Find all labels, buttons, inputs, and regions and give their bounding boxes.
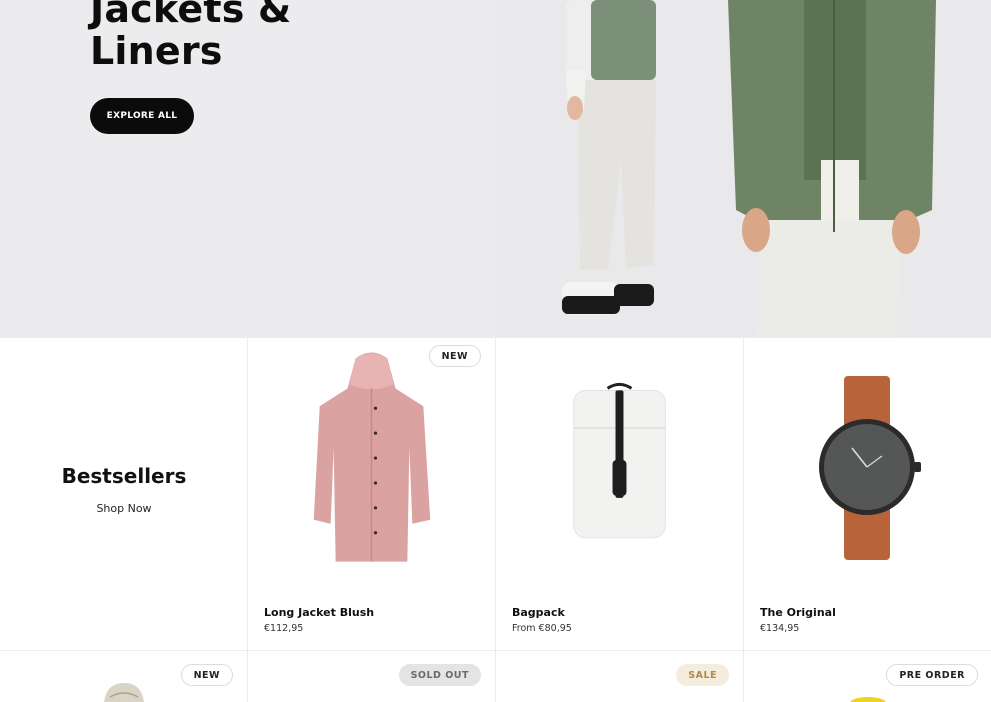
product-card[interactable]: SOLD OUT: [248, 651, 496, 702]
bestsellers-title: Bestsellers: [61, 464, 187, 488]
leather-strap-watch-icon: [819, 376, 921, 560]
product-price: From €80,95: [512, 623, 572, 634]
product-name[interactable]: The Original: [760, 606, 836, 619]
hero-text-panel: Jackets & Liners EXPLORE ALL: [0, 0, 496, 337]
hero-title: Jackets & Liners: [90, 0, 292, 73]
product-card[interactable]: NEW Long Jacket Blush €112,95: [248, 338, 496, 650]
bucket-hat-icon: [104, 683, 144, 702]
product-card[interactable]: NEW: [0, 651, 248, 702]
new-badge: NEW: [180, 664, 233, 686]
pink-rain-jacket-icon: [313, 352, 431, 562]
yellow-item-icon: [850, 697, 886, 702]
product-card[interactable]: PRE ORDER: [744, 651, 991, 702]
bestsellers-tile: Bestsellers Shop Now: [0, 338, 248, 650]
white-backpack-icon: [573, 382, 666, 539]
pre-order-badge: PRE ORDER: [886, 664, 978, 686]
shop-now-link[interactable]: Shop Now: [0, 502, 247, 515]
product-price: €134,95: [760, 623, 800, 634]
hero-image: [496, 0, 991, 337]
explore-all-button[interactable]: EXPLORE ALL: [90, 98, 194, 134]
product-card[interactable]: The Original €134,95: [744, 338, 991, 650]
models-in-jackets-illustration: [562, 0, 936, 337]
product-price: €112,95: [264, 623, 304, 634]
product-name[interactable]: Bagpack: [512, 606, 565, 619]
products-row-2: NEW SOLD OUT SALE PRE ORDER: [0, 650, 991, 702]
product-card[interactable]: Bagpack From €80,95: [496, 338, 744, 650]
sold-out-badge: SOLD OUT: [398, 664, 481, 686]
product-card[interactable]: SALE: [496, 651, 744, 702]
products-row-1: Bestsellers Shop Now NEW Long Jacket Blu…: [0, 337, 991, 650]
hero-banner: Jackets & Liners EXPLORE ALL: [0, 0, 991, 337]
product-name[interactable]: Long Jacket Blush: [264, 606, 374, 619]
sale-badge: SALE: [676, 664, 729, 686]
